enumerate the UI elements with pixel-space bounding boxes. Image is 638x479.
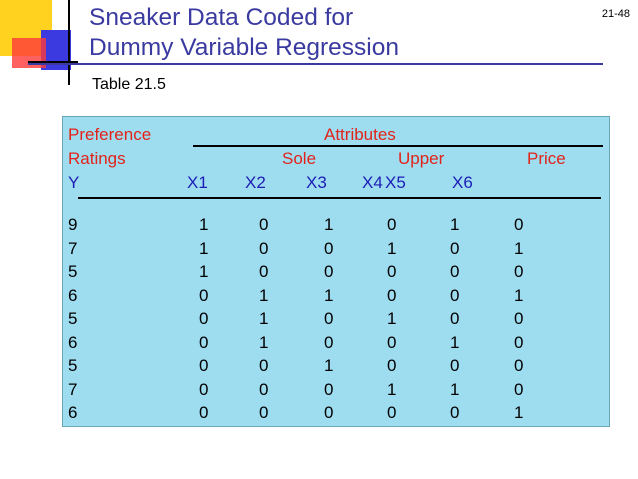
cell-x5: 0 xyxy=(450,262,460,281)
cell-y: 6 xyxy=(68,332,78,352)
cell-y: 7 xyxy=(68,379,78,399)
cell-x4: 0 xyxy=(387,262,397,281)
header-x6: X6 xyxy=(452,173,473,192)
header-attributes: Attributes xyxy=(324,125,396,144)
cell-x5: 0 xyxy=(450,285,460,305)
cell-x5: 1 xyxy=(450,215,460,234)
cell-y: 6 xyxy=(68,403,78,422)
cell-x3: 1 xyxy=(324,356,334,375)
cell-x3: 0 xyxy=(324,379,334,399)
title-underline xyxy=(28,63,603,65)
cell-x1: 0 xyxy=(199,403,209,422)
header-x4: X4 xyxy=(362,173,383,192)
cell-x6: 0 xyxy=(514,262,524,281)
header-x3: X3 xyxy=(306,173,327,192)
cell-x3: 0 xyxy=(324,262,334,281)
cell-y: 6 xyxy=(68,285,78,305)
cell-x5: 1 xyxy=(450,379,460,399)
cell-x6: 1 xyxy=(514,403,524,422)
cell-x1: 1 xyxy=(199,262,209,281)
cell-x6: 1 xyxy=(514,238,524,258)
cell-x4: 1 xyxy=(387,238,397,258)
cell-x2: 1 xyxy=(259,332,269,352)
cell-x2: 0 xyxy=(259,379,269,399)
cell-x3: 0 xyxy=(324,403,334,422)
cell-x3: 1 xyxy=(324,215,334,234)
cell-x5: 0 xyxy=(450,309,460,328)
cell-x5: 1 xyxy=(450,332,460,352)
cell-x5: 0 xyxy=(450,403,460,422)
cell-x1: 1 xyxy=(199,238,209,258)
header-sole: Sole xyxy=(282,149,317,168)
cell-x2: 0 xyxy=(259,215,269,234)
cell-x4: 1 xyxy=(387,379,397,399)
cell-x6: 1 xyxy=(514,285,524,305)
cell-x3: 0 xyxy=(324,332,334,352)
slide-number: 21-48 xyxy=(601,8,630,20)
header-x5: X5 xyxy=(385,173,406,192)
cell-x4: 0 xyxy=(387,285,397,305)
cell-x4: 0 xyxy=(387,332,397,352)
cell-x6: 0 xyxy=(514,356,524,375)
cell-x4: 0 xyxy=(387,356,397,375)
cell-x1: 0 xyxy=(199,379,209,399)
header-rule xyxy=(78,197,601,199)
cell-y: 5 xyxy=(68,356,78,375)
cell-y: 5 xyxy=(68,262,78,281)
cell-x6: 0 xyxy=(514,332,524,352)
cell-x6: 0 xyxy=(514,215,524,234)
slide-title: Sneaker Data Coded for Dummy Variable Re… xyxy=(89,3,509,63)
cell-x2: 1 xyxy=(259,285,269,305)
cell-x2: 0 xyxy=(259,238,269,258)
cell-x4: 1 xyxy=(387,309,397,328)
cell-x1: 1 xyxy=(199,215,209,234)
cell-y: 5 xyxy=(68,309,78,328)
cell-x1: 0 xyxy=(199,332,209,352)
cell-x2: 0 xyxy=(259,403,269,422)
cell-x5: 0 xyxy=(450,356,460,375)
header-price: Price xyxy=(527,149,566,168)
cell-x4: 0 xyxy=(387,403,397,422)
data-table: Preference Attributes Ratings Sole Upper… xyxy=(62,116,610,427)
attributes-rule xyxy=(193,145,603,147)
header-ratings: Ratings xyxy=(68,149,126,168)
cell-y: 9 xyxy=(68,215,78,234)
cell-x6: 0 xyxy=(514,309,524,328)
header-x2: X2 xyxy=(245,173,266,192)
header-preference: Preference xyxy=(68,125,152,144)
cell-x2: 1 xyxy=(259,309,269,328)
cell-x2: 0 xyxy=(259,356,269,375)
cell-x1: 0 xyxy=(199,309,209,328)
cell-x1: 0 xyxy=(199,285,209,305)
cell-x1: 0 xyxy=(199,356,209,375)
cell-x3: 0 xyxy=(324,238,334,258)
cell-x5: 0 xyxy=(450,238,460,258)
decorative-vertical-line xyxy=(68,0,70,85)
cell-x3: 0 xyxy=(324,309,334,328)
table-label: Table 21.5 xyxy=(92,76,166,93)
title-line-2: Dummy Variable Regression xyxy=(89,34,399,61)
title-line-1: Sneaker Data Coded for xyxy=(89,4,354,31)
header-y: Y xyxy=(68,173,80,192)
header-upper: Upper xyxy=(398,149,445,168)
cell-y: 7 xyxy=(68,238,78,258)
cell-x2: 0 xyxy=(259,262,269,281)
cell-x6: 0 xyxy=(514,379,524,399)
header-x1: X1 xyxy=(187,173,208,192)
cell-x4: 0 xyxy=(387,215,397,234)
cell-x3: 1 xyxy=(324,285,334,305)
